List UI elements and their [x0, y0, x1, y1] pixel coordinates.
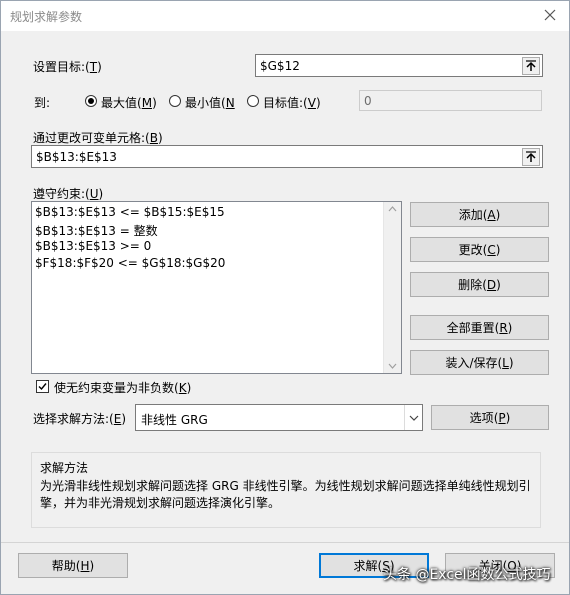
- change-button-text: 更改: [458, 243, 483, 257]
- objective-range-picker[interactable]: [522, 57, 540, 75]
- scroll-up-icon[interactable]: [388, 206, 397, 212]
- objective-label-key: T: [89, 60, 98, 74]
- load-save-button-text: 装入/保存: [445, 356, 498, 370]
- method-label: 选择求解方法:(E): [33, 412, 127, 426]
- add-constraint-button[interactable]: 添加(A): [410, 202, 549, 227]
- chevron-down-icon: [409, 415, 418, 421]
- solve-button-text: 求解: [353, 559, 378, 573]
- objective-label-text: 设置目标:: [33, 60, 86, 74]
- constraints-label-key: U: [89, 187, 99, 201]
- delete-constraint-button[interactable]: 删除(D): [410, 272, 549, 297]
- delete-button-key: D: [486, 277, 497, 292]
- changing-cells-label: 通过更改可变单元格:(B): [33, 131, 163, 145]
- radio-max-text: 最大值: [101, 96, 138, 110]
- radio-target-text: 目标值:: [263, 96, 304, 110]
- constraints-scrollbar[interactable]: [383, 202, 401, 373]
- close-icon: [544, 9, 556, 21]
- changing-cells-range-picker[interactable]: [522, 148, 540, 166]
- info-line-2: 擎，并为非光滑规划求解问题选择演化引擎。: [40, 496, 281, 510]
- checkmark-icon: [38, 383, 47, 391]
- solving-method-select[interactable]: 非线性 GRG: [135, 404, 423, 431]
- help-button-key: H: [80, 558, 90, 573]
- method-label-text: 选择求解方法:: [33, 412, 110, 426]
- radio-max-label[interactable]: 最大值(M): [101, 94, 157, 111]
- options-button-key: P: [498, 410, 506, 425]
- changing-cells-value: $B$13:$E$13: [36, 150, 117, 164]
- change-constraint-button[interactable]: 更改(C): [410, 237, 549, 262]
- radio-min-key: N: [225, 96, 235, 110]
- nonnegative-text: 使无约束变量为非负数: [54, 381, 175, 395]
- radio-target[interactable]: [247, 95, 259, 107]
- reset-all-button[interactable]: 全部重置(R): [410, 315, 549, 340]
- objective-value: $G$12: [260, 59, 300, 73]
- help-button-text: 帮助: [51, 559, 76, 573]
- collapse-dialog-icon: [526, 151, 536, 162]
- close-window-button[interactable]: [541, 6, 559, 24]
- options-button[interactable]: 选项(P): [431, 405, 549, 430]
- info-line-1: 为光滑非线性规划求解问题选择 GRG 非线性引擎。为线性规划求解问题选择单纯线性…: [40, 479, 531, 493]
- changing-cells-label-key: B: [149, 131, 158, 145]
- radio-min[interactable]: [169, 95, 181, 107]
- load-save-button[interactable]: 装入/保存(L): [410, 350, 549, 375]
- radio-target-key: V: [307, 96, 316, 110]
- constraints-label-text: 遵守约束:: [33, 187, 86, 201]
- delete-button-text: 删除: [458, 278, 483, 292]
- constraint-item[interactable]: $B$13:$E$13 >= 0: [35, 239, 151, 253]
- reset-all-button-text: 全部重置: [446, 321, 495, 335]
- help-button[interactable]: 帮助(H): [18, 553, 128, 578]
- title-bar: 规划求解参数: [1, 1, 569, 31]
- changing-cells-input[interactable]: $B$13:$E$13: [31, 145, 543, 168]
- objective-label: 设置目标:(T): [33, 60, 102, 74]
- solving-method-info: 求解方法 为光滑非线性规划求解问题选择 GRG 非线性引擎。为线性规划求解问题选…: [31, 452, 541, 528]
- constraint-item[interactable]: $F$18:$F$20 <= $G$18:$G$20: [35, 256, 225, 270]
- dropdown-arrow[interactable]: [404, 405, 422, 430]
- target-value-text: 0: [364, 94, 372, 108]
- method-label-key: E: [113, 412, 122, 426]
- radio-min-text: 最小值: [185, 96, 222, 110]
- info-heading: 求解方法: [40, 461, 89, 475]
- to-label: 到:: [34, 96, 51, 110]
- load-save-button-key: L: [502, 355, 509, 370]
- objective-input[interactable]: $G$12: [255, 54, 543, 77]
- add-button-text: 添加: [458, 208, 483, 222]
- solving-method-value: 非线性 GRG: [141, 413, 208, 427]
- collapse-dialog-icon: [526, 60, 536, 71]
- window-title: 规划求解参数: [10, 10, 83, 24]
- reset-all-button-key: R: [499, 320, 508, 335]
- target-value-input[interactable]: 0: [359, 90, 542, 111]
- nonnegative-key: K: [178, 381, 187, 395]
- nonnegative-label[interactable]: 使无约束变量为非负数(K): [54, 379, 191, 396]
- constraints-list[interactable]: $B$13:$E$13 <= $B$15:$E$15 $B$13:$E$13 =…: [31, 201, 402, 374]
- scroll-down-icon[interactable]: [388, 363, 397, 369]
- radio-target-label[interactable]: 目标值:(V): [263, 94, 321, 111]
- constraint-item[interactable]: $B$13:$E$13 = 整数: [35, 222, 158, 239]
- add-button-key: A: [487, 207, 496, 222]
- change-button-key: C: [487, 242, 496, 257]
- radio-max[interactable]: [85, 95, 97, 107]
- radio-max-key: M: [141, 96, 153, 110]
- nonnegative-checkbox[interactable]: [36, 380, 49, 393]
- watermark: 头条 @Excel函数公式技巧: [383, 567, 551, 583]
- solver-parameters-dialog: 规划求解参数 设置目标:(T) $G$12 到: 最大值(M) 最小值(N 目标…: [0, 0, 570, 595]
- options-button-text: 选项: [469, 411, 494, 425]
- radio-min-label[interactable]: 最小值(N: [185, 94, 235, 111]
- constraint-item[interactable]: $B$13:$E$13 <= $B$15:$E$15: [35, 205, 225, 219]
- changing-cells-label-text: 通过更改可变单元格:: [33, 131, 146, 145]
- footer-divider: [1, 542, 569, 543]
- constraints-label: 遵守约束:(U): [33, 187, 104, 201]
- scrollbar-arrows: [388, 206, 397, 369]
